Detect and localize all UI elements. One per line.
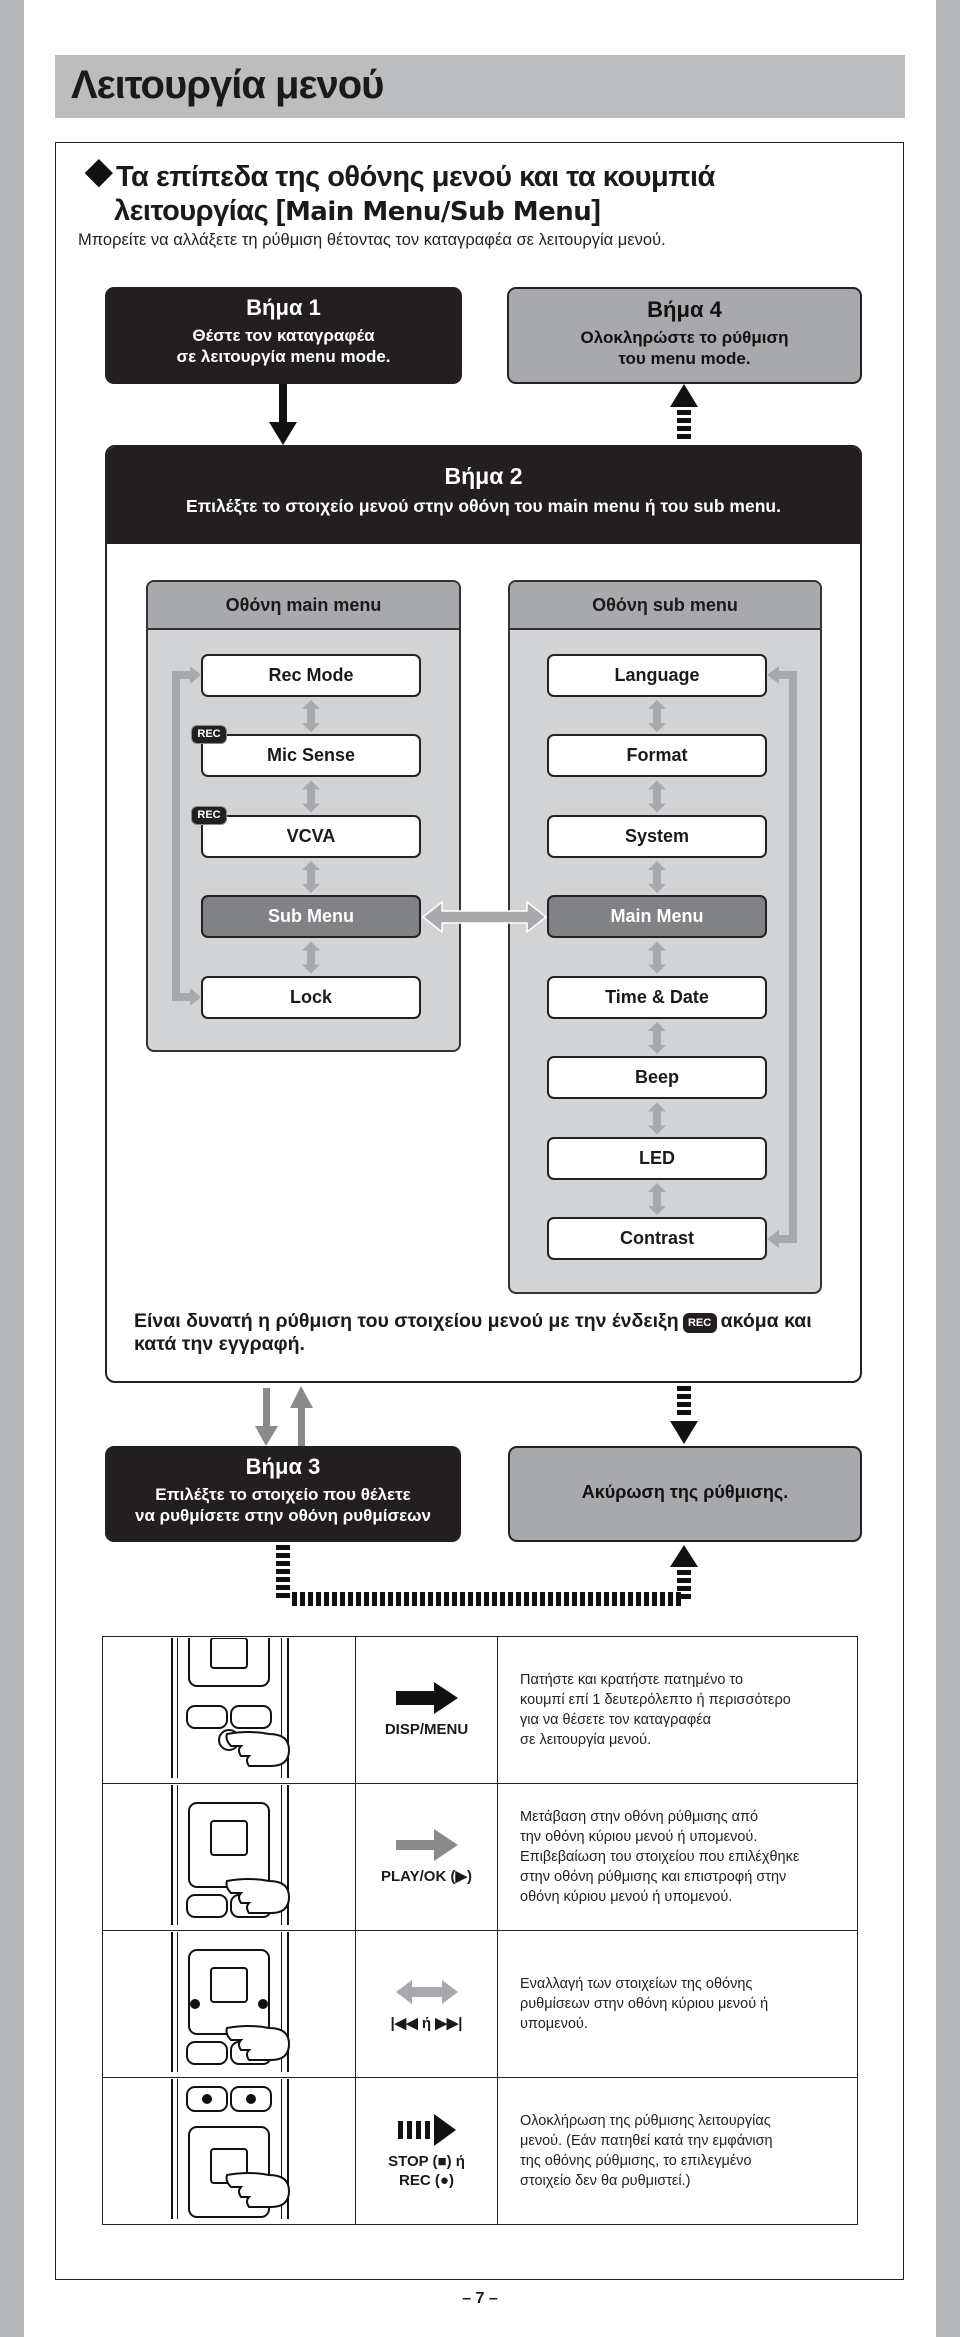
recorder-skip-illustration — [171, 1931, 291, 2072]
button-label: DISP/MENU — [384, 1721, 469, 1738]
table-row: STOP (■) ή REC (●) Ολοκλήρωση της ρύθμισ… — [102, 2077, 858, 2225]
subtitle: Μπορείτε να αλλάξετε τη ρύθμιση θέτοντας… — [78, 231, 666, 249]
page-title: Λειτουργία μενού — [71, 63, 384, 107]
step1-box: Βήμα 1 Θέστε τον καταγραφέα σε λειτουργί… — [105, 287, 462, 384]
step2-text: Επιλέξτε το στοιχείο μενού στην οθόνη το… — [186, 496, 781, 516]
operation-description: Ολοκλήρωση της ρύθμισης λειτουργίας μενο… — [497, 2077, 858, 2225]
recorder-disp-menu-illustration — [171, 1626, 291, 1778]
recorder-stop-rec-illustration — [171, 2078, 291, 2219]
left-margin — [0, 0, 24, 2337]
button-label: STOP (■) ή REC (●) — [388, 2152, 465, 2189]
step1-label: Βήμα 1 — [246, 295, 321, 320]
sub-menu-item-beep[interactable]: Beep — [547, 1056, 767, 1099]
sub-menu-item-time-date[interactable]: Time & Date — [547, 976, 767, 1019]
heading-prefix: λειτουργίας [ — [114, 195, 285, 227]
button-cell: |◀◀ ή ▶▶| — [355, 1930, 498, 2078]
table-row: PLAY/OK (▶) Μετάβαση στην οθόνη ρύθμισης… — [102, 1783, 858, 1931]
step3-label: Βήμα 3 — [245, 1454, 321, 1479]
operations-table: DISP/MENU Πατήστε και κρατήστε πατημένο … — [102, 1626, 858, 2225]
section-heading: Τα επίπεδα της οθόνης μενού και τα κουμπ… — [80, 159, 715, 229]
step2-header: Βήμα 2 Επιλέξτε το στοιχείο μενού στην ο… — [107, 447, 860, 544]
title-bar: Λειτουργία μενού — [55, 55, 905, 118]
operation-description: Πατήστε και κρατήστε πατημένο το κουμπί … — [497, 1636, 858, 1784]
sub-menu-title: Οθόνη sub menu — [510, 582, 820, 630]
black-arrow-right-icon — [395, 1682, 458, 1714]
main-menu-item-rec-mode[interactable]: Rec Mode — [201, 654, 421, 697]
cancel-box: Ακύρωση της ρύθμισης. — [508, 1446, 862, 1542]
operation-description: Εναλλαγή των στοιχείων της οθόνης ρυθμίσ… — [497, 1930, 858, 2078]
device-illustration-cell — [102, 1626, 356, 1784]
button-label: PLAY/OK (▶) — [381, 1868, 472, 1885]
step4-box: Βήμα 4 Ολοκληρώστε το ρύθμιση του menu m… — [507, 287, 862, 384]
sub-menu-item-system[interactable]: System — [547, 815, 767, 858]
sub-menu-item-language[interactable]: Language — [547, 654, 767, 697]
device-illustration-cell — [102, 1930, 356, 2078]
dashed-arrow-right-icon — [397, 2113, 456, 2146]
sub-menu-item-format[interactable]: Format — [547, 734, 767, 777]
device-illustration-cell — [102, 2077, 356, 2225]
table-row: |◀◀ ή ▶▶| Εναλλαγή των στοιχείων της οθό… — [102, 1930, 858, 2078]
right-margin — [936, 0, 960, 2337]
sub-menu-item-led[interactable]: LED — [547, 1137, 767, 1180]
rec-note: Είναι δυνατή η ρύθμιση του στοιχείου μεν… — [134, 1310, 834, 1355]
note-text-before: Είναι δυνατή η ρύθμιση του στοιχείου μεν… — [134, 1310, 679, 1332]
heading-suffix: ] — [591, 195, 601, 227]
rec-badge: REC — [191, 806, 227, 825]
device-illustration-cell — [102, 1783, 356, 1931]
rec-badge-inline: REC — [682, 1313, 717, 1333]
sub-menu-item-main-menu[interactable]: Main Menu — [547, 895, 767, 938]
button-cell: DISP/MENU — [355, 1636, 498, 1784]
step3-text: Επιλέξτε το στοιχείο που θέλετε να ρυθμί… — [135, 1485, 431, 1525]
page-number: – 7 – — [462, 2290, 498, 2307]
main-menu-item-sub-menu[interactable]: Sub Menu — [201, 895, 421, 938]
rec-badge: REC — [191, 725, 227, 744]
main-menu-item-lock[interactable]: Lock — [201, 976, 421, 1019]
step1-text: Θέστε τον καταγραφέα σε λειτουργία menu … — [176, 326, 391, 366]
grey-double-arrow-icon — [395, 1980, 458, 2004]
grey-arrow-right-icon — [395, 1829, 458, 1861]
button-label: |◀◀ ή ▶▶| — [390, 2015, 463, 2032]
cancel-text: Ακύρωση της ρύθμισης. — [581, 1482, 789, 1502]
operation-description: Μετάβαση στην οθόνη ρύθμισης από την οθό… — [497, 1783, 858, 1931]
heading-line2: λειτουργίας [Main Menu/Sub Menu] — [80, 194, 715, 229]
main-menu-item-mic-sense[interactable]: Mic Sense — [201, 734, 421, 777]
diamond-bullet-icon — [84, 159, 113, 188]
recorder-play-ok-illustration — [171, 1784, 291, 1925]
sub-menu-item-contrast[interactable]: Contrast — [547, 1217, 767, 1260]
heading-highlight: Main Menu/Sub Menu — [284, 197, 592, 227]
heading-line1: Τα επίπεδα της οθόνης μενού και τα κουμπ… — [116, 161, 715, 193]
main-menu-title: Οθόνη main menu — [148, 582, 459, 630]
step4-label: Βήμα 4 — [647, 297, 722, 322]
step2-label: Βήμα 2 — [444, 463, 523, 489]
hand-icon — [225, 1730, 291, 1767]
table-row: DISP/MENU Πατήστε και κρατήστε πατημένο … — [102, 1626, 858, 1784]
step3-box: Βήμα 3 Επιλέξτε το στοιχείο που θέλετε ν… — [105, 1446, 461, 1542]
button-cell: STOP (■) ή REC (●) — [355, 2077, 498, 2225]
step4-text: Ολοκληρώστε το ρύθμιση του menu mode. — [580, 328, 789, 368]
main-menu-item-vcva[interactable]: VCVA — [201, 815, 421, 858]
button-cell: PLAY/OK (▶) — [355, 1783, 498, 1931]
